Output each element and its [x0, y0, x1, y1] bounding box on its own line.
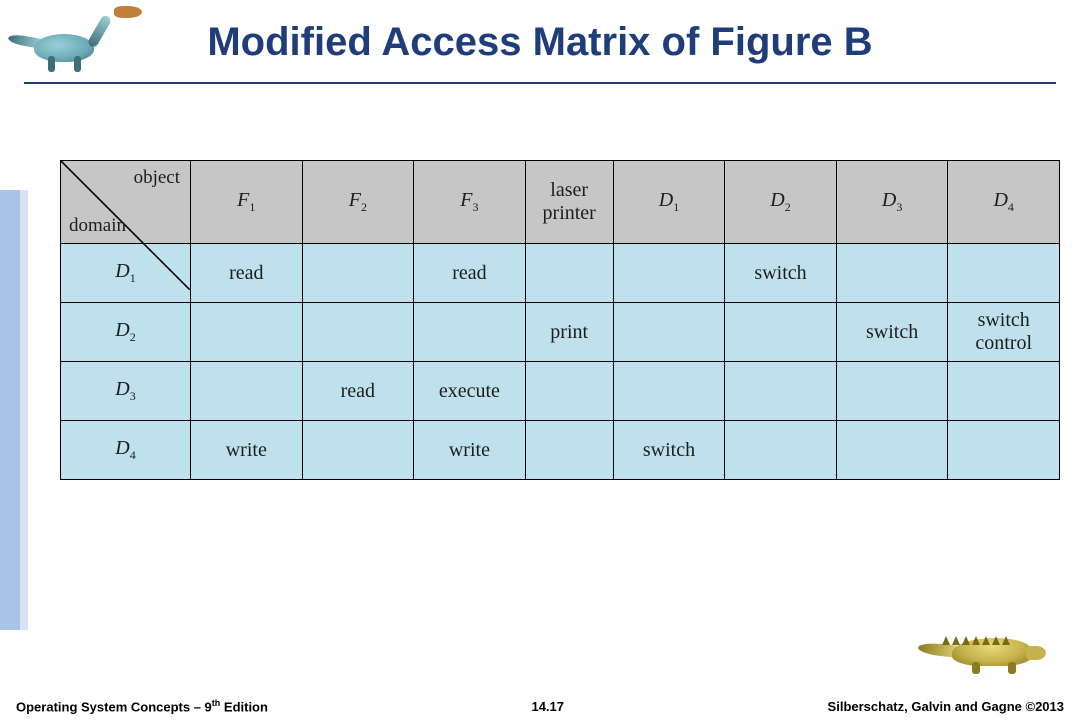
left-stripe-outer	[0, 190, 20, 630]
cell	[525, 421, 613, 480]
dinosaur-bottom-decor	[922, 624, 1072, 680]
cell	[302, 303, 414, 362]
cell: switchcontrol	[948, 303, 1060, 362]
footer-left: Operating System Concepts – 9th Edition	[16, 698, 268, 714]
cell	[613, 303, 725, 362]
footer: Operating System Concepts – 9th Edition …	[0, 686, 1080, 720]
rowhead-D1: D1	[61, 244, 191, 303]
cell	[836, 421, 948, 480]
corner-header: object domain	[61, 161, 191, 244]
row-D4: D4 write write switch	[61, 421, 1060, 480]
left-stripe-inner	[20, 190, 28, 630]
access-matrix: object domain F1 F2 F3 laserprinter D1 D…	[60, 160, 1060, 480]
slide-title: Modified Access Matrix of Figure B	[207, 20, 872, 65]
header-row: object domain F1 F2 F3 laserprinter D1 D…	[61, 161, 1060, 244]
col-D1: D1	[613, 161, 725, 244]
footer-copyright: Silberschatz, Galvin and Gagne ©2013	[828, 699, 1064, 714]
title-underline	[24, 82, 1056, 84]
cell	[613, 244, 725, 303]
cell: execute	[414, 362, 526, 421]
cell: write	[191, 421, 303, 480]
matrix-body: D1 read read switch D2 print	[61, 244, 1060, 480]
cell	[948, 421, 1060, 480]
col-F2: F2	[302, 161, 414, 244]
col-F3: F3	[414, 161, 526, 244]
cell: switch	[836, 303, 948, 362]
cell	[414, 303, 526, 362]
cell	[191, 303, 303, 362]
slide-number: 14.17	[268, 699, 828, 714]
cell: read	[414, 244, 526, 303]
cell: read	[191, 244, 303, 303]
rowhead-D3: D3	[61, 362, 191, 421]
cell: read	[302, 362, 414, 421]
cell	[525, 362, 613, 421]
col-D3: D3	[836, 161, 948, 244]
cell: write	[414, 421, 526, 480]
book-title-a: Operating System Concepts – 9	[16, 699, 212, 714]
cell	[948, 362, 1060, 421]
cell	[725, 362, 837, 421]
col-D4: D4	[948, 161, 1060, 244]
row-D1: D1 read read switch	[61, 244, 1060, 303]
rowhead-D4: D4	[61, 421, 191, 480]
cell	[613, 362, 725, 421]
cell: print	[525, 303, 613, 362]
cell	[948, 244, 1060, 303]
slide: Modified Access Matrix of Figure B objec…	[0, 0, 1080, 720]
col-D2: D2	[725, 161, 837, 244]
cell	[836, 362, 948, 421]
access-matrix-table: object domain F1 F2 F3 laserprinter D1 D…	[60, 160, 1060, 480]
cell: switch	[613, 421, 725, 480]
cell	[725, 303, 837, 362]
cell	[525, 244, 613, 303]
cell	[302, 244, 414, 303]
cell	[836, 244, 948, 303]
edition-sup: th	[212, 698, 221, 708]
col-laser-printer: laserprinter	[525, 161, 613, 244]
rowhead-D2: D2	[61, 303, 191, 362]
book-title-b: Edition	[220, 699, 268, 714]
col-F1: F1	[191, 161, 303, 244]
cell	[725, 421, 837, 480]
row-D2: D2 print switch switchcontrol	[61, 303, 1060, 362]
cell	[302, 421, 414, 480]
cell	[191, 362, 303, 421]
title-wrap: Modified Access Matrix of Figure B	[0, 20, 1080, 65]
object-label: object	[134, 167, 180, 189]
domain-label: domain	[69, 215, 126, 237]
cell: switch	[725, 244, 837, 303]
row-D3: D3 read execute	[61, 362, 1060, 421]
